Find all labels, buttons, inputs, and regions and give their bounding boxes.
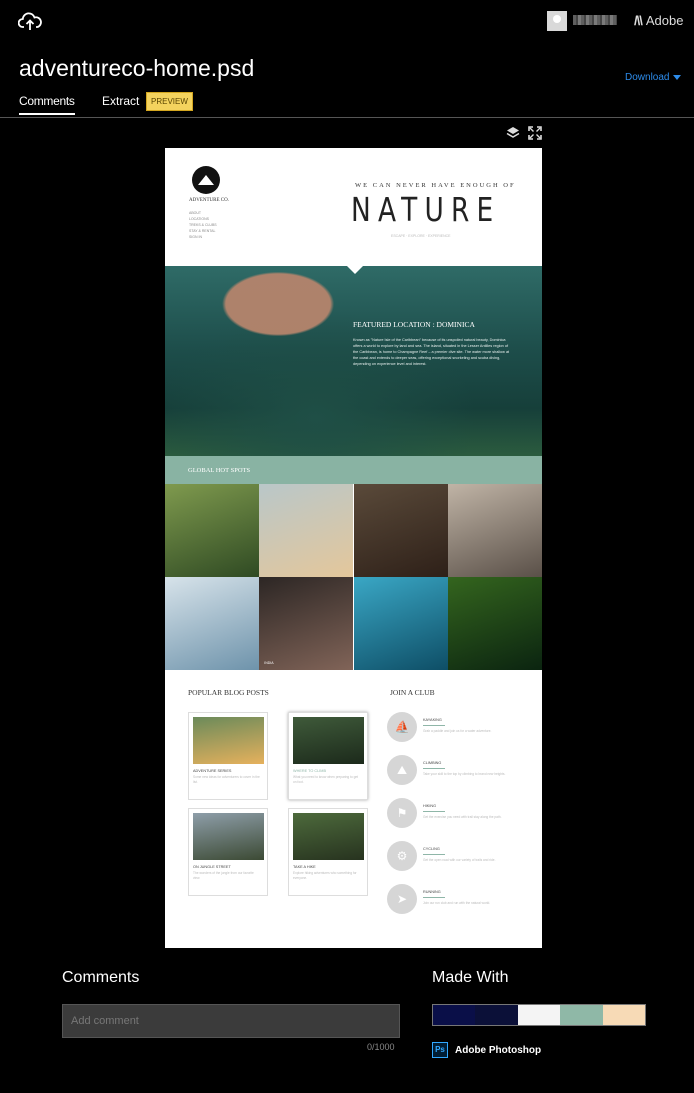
blog-card-title: ON JUNGLE STREET: [193, 865, 231, 869]
made-with-heading: Made With: [432, 969, 509, 986]
color-swatches: [432, 1004, 646, 1026]
blog-card-text: Explore hiking adventures who something …: [293, 871, 357, 880]
hotspot-photo: [353, 484, 448, 577]
club-description: Get the exercise you need with trail sta…: [423, 815, 502, 819]
blog-card: TAKE A HIKE Explore hiking adventures who…: [288, 808, 368, 896]
club-underline: [423, 768, 445, 769]
club-name: RUNNING: [423, 890, 441, 894]
club-item: ⚑ HIKING Get the exercise you need with tr…: [387, 798, 527, 828]
artboard-nav: ABOUT LOCATIONS TREKS & CLUBS STAY & REN…: [189, 210, 217, 240]
hotspot-photo: INDIA: [259, 577, 354, 670]
club-name: CLIMBING: [423, 761, 442, 765]
club-underline: [423, 811, 445, 812]
hero-notch: [347, 266, 363, 274]
photoshop-icon: Ps: [432, 1042, 448, 1058]
tab-extract[interactable]: Extract: [102, 94, 139, 108]
club-description: Get the open road with our variety of tr…: [423, 858, 496, 862]
blog-card-title: TAKE A HIKE: [293, 865, 316, 869]
color-swatch[interactable]: [560, 1005, 603, 1025]
adobe-logo[interactable]: /\\ Adobe: [634, 13, 683, 28]
blog-card-image: [193, 813, 264, 860]
tab-comments[interactable]: Comments: [19, 94, 75, 115]
club-underline: [423, 725, 445, 726]
cloud-upload-icon[interactable]: [18, 10, 42, 32]
psd-preview-canvas[interactable]: ADVENTURE CO. ABOUT LOCATIONS TREKS & CL…: [165, 148, 542, 948]
made-with-app[interactable]: Adobe Photoshop: [455, 1045, 541, 1056]
blog-card-text: Some new ideas for adventurers to cover …: [193, 775, 260, 784]
layers-icon[interactable]: [506, 126, 520, 140]
color-swatch[interactable]: [433, 1005, 476, 1025]
club-name: HIKING: [423, 804, 437, 808]
blog-card: ON JUNGLE STREET The wonders of the jungl…: [188, 808, 268, 896]
hotspot-photo: [259, 484, 354, 577]
comments-heading: Comments: [62, 969, 140, 986]
user-avatar[interactable]: [547, 11, 567, 31]
hotspot-photo: [447, 577, 542, 670]
hotspot-photo: [353, 577, 448, 670]
color-swatch[interactable]: [517, 1005, 561, 1025]
blog-card-text: What you need to know when preparing to …: [293, 775, 359, 784]
viewer-tools: [506, 126, 546, 142]
hotspot-photo: [165, 577, 259, 670]
club-item: ➤ RUNNING Join our run club and run with t…: [387, 884, 527, 914]
club-name: KAYAKING: [423, 718, 442, 722]
chevron-down-icon: [673, 74, 682, 80]
download-button[interactable]: Download: [625, 72, 682, 83]
club-description: Grab a paddle and join us for a water ad…: [423, 729, 492, 733]
club-activity-icon: ⚙: [387, 841, 417, 871]
club-activity-icon: ⛰: [387, 755, 417, 785]
top-bar: /\\ Adobe: [0, 0, 694, 42]
comment-input[interactable]: [62, 1004, 400, 1038]
club-activity-icon: ⛵: [387, 712, 417, 742]
featured-location-text: Known as "Nature Isle of the Caribbean" …: [353, 338, 510, 366]
club-item: ⛵ KAYAKING Grab a paddle and join us for a…: [387, 712, 527, 742]
hotspots-title: GLOBAL HOT SPOTS: [188, 467, 251, 474]
club-description: Join our run club and run with the natur…: [423, 901, 491, 905]
club-section-title: JOIN A CLUB: [390, 688, 435, 697]
mountain-logo-icon: [192, 166, 220, 194]
file-title: adventureco-home.psd: [19, 55, 255, 81]
blog-card: WHERE TO CLIMB What you need to know when…: [288, 712, 368, 800]
preview-badge: PREVIEW: [146, 92, 193, 111]
club-underline: [423, 897, 445, 898]
color-swatch[interactable]: [602, 1005, 646, 1025]
blog-card-image: [293, 717, 364, 764]
header-divider: [0, 117, 694, 118]
fullscreen-icon[interactable]: [528, 126, 542, 140]
photo-grid: INDIA: [165, 484, 542, 670]
hotspot-photo: [447, 484, 542, 577]
blog-card: ADVENTURE SERIES Some new ideas for adven…: [188, 712, 268, 800]
blog-card-image: [193, 717, 264, 764]
artboard-nav-item: SIGN IN: [189, 235, 203, 239]
user-name-blurred[interactable]: [573, 15, 617, 25]
hotspot-photo-caption: INDIA: [264, 661, 274, 665]
comment-char-count: 0/1000: [367, 1042, 395, 1052]
hotspots-banner: GLOBAL HOT SPOTS: [165, 456, 542, 484]
blog-card-image: [293, 813, 364, 860]
color-swatch[interactable]: [475, 1005, 518, 1025]
club-description: Take your skill to the top by climbing t…: [423, 772, 506, 776]
artboard-tagline: WE CAN NEVER HAVE ENOUGH OF: [355, 182, 516, 189]
club-name: CYCLING: [423, 847, 440, 851]
club-item: ⚙ CYCLING Get the open road with our varie…: [387, 841, 527, 871]
hotspot-photo: [165, 484, 259, 577]
club-item: ⛰ CLIMBING Take your skill to the top by c…: [387, 755, 527, 785]
adobe-logo-icon: /\\: [634, 13, 643, 28]
featured-location-title: FEATURED LOCATION : DOMINICA: [353, 320, 475, 329]
club-activity-icon: ➤: [387, 884, 417, 914]
club-activity-icon: ⚑: [387, 798, 417, 828]
blog-card-text: The wonders of the jungle from our favor…: [193, 871, 254, 880]
artboard-brand: ADVENTURE CO.: [189, 198, 229, 203]
blog-card-title: ADVENTURE SERIES: [193, 769, 232, 773]
artboard-sub-tagline: ESCAPE · EXPLORE · EXPERIENCE: [391, 234, 451, 238]
blog-card-title: WHERE TO CLIMB: [293, 769, 326, 773]
club-underline: [423, 854, 445, 855]
blog-section-title: POPULAR BLOG POSTS: [188, 688, 269, 697]
artboard-headline: NATURE: [351, 190, 501, 229]
